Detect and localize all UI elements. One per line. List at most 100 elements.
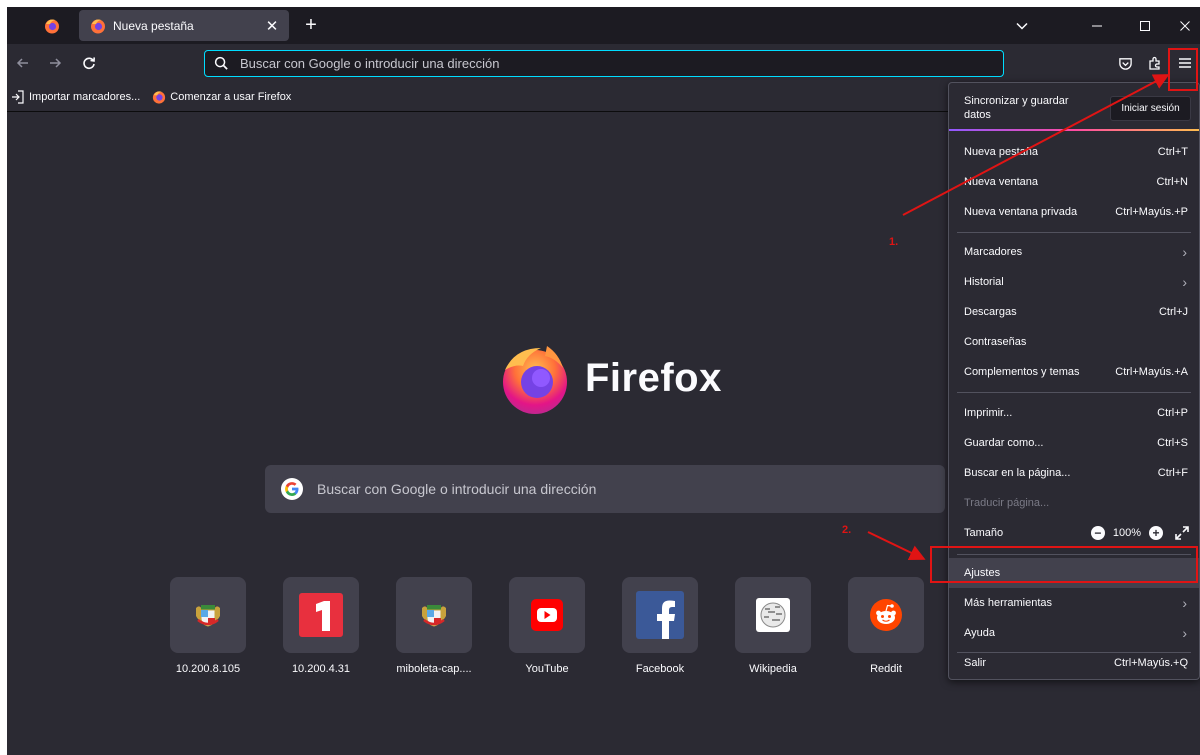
pocket-icon: [1118, 57, 1132, 70]
newtab-search-placeholder: Buscar con Google o introducir una direc…: [317, 481, 597, 497]
menu-item-shortcut: Ctrl+Mayús.+P: [1115, 206, 1188, 218]
menu-item-quit[interactable]: Salir Ctrl+Mayús.+Q: [949, 648, 1199, 678]
firefox-logo-icon: [152, 90, 166, 104]
close-window-button[interactable]: [1170, 7, 1200, 44]
menu-item-shortcut: Ctrl+F: [1157, 467, 1188, 479]
annotation-step-2: 2.: [842, 524, 852, 536]
extensions-button[interactable]: [1142, 50, 1168, 76]
forward-button[interactable]: [42, 50, 68, 76]
menu-item-label: Historial: [964, 276, 1004, 288]
menu-item-label: Contraseñas: [964, 336, 1027, 348]
menu-item-label: Traducir página...: [964, 497, 1050, 509]
sign-in-button[interactable]: Iniciar sesión: [1110, 96, 1191, 121]
back-button[interactable]: [10, 50, 36, 76]
bookmark-import[interactable]: Importar marcadores...: [11, 89, 141, 104]
navigation-toolbar: [7, 44, 1200, 82]
bookmark-getting-started[interactable]: Comenzar a usar Firefox: [152, 90, 291, 104]
firefox-logo-icon: [90, 18, 106, 34]
menu-item-shortcut: Ctrl+Mayús.+A: [1115, 366, 1188, 378]
menu-item-shortcut: Ctrl+N: [1156, 176, 1188, 188]
top-site-icon-box: [396, 577, 472, 653]
top-site-icon-box: [622, 577, 698, 653]
top-site-icon-box: [848, 577, 924, 653]
menu-item-label: Guardar como...: [964, 437, 1044, 449]
chevron-right-icon: ›: [1182, 244, 1187, 260]
top-site-icon-box: [735, 577, 811, 653]
top-site-label: Facebook: [635, 663, 685, 675]
top-site-tile[interactable]: 10.200.4.31: [268, 577, 368, 675]
close-tab-icon[interactable]: ✕: [261, 15, 283, 37]
maximize-icon: [1140, 20, 1150, 31]
top-site-tile[interactable]: Facebook: [607, 577, 707, 675]
zoom-out-button[interactable]: −: [1090, 526, 1105, 540]
url-input[interactable]: [238, 55, 1003, 72]
peru-coat-of-arms-icon: [422, 605, 446, 627]
minimize-button[interactable]: [1077, 7, 1117, 44]
menu-item-save-as[interactable]: Guardar como... Ctrl+S: [949, 428, 1199, 458]
list-all-tabs-button[interactable]: [1010, 15, 1034, 37]
number-one-icon: [299, 593, 343, 637]
newtab-search-box[interactable]: Buscar con Google o introducir una direc…: [265, 465, 945, 513]
zoom-level[interactable]: 100%: [1113, 527, 1141, 539]
reload-button[interactable]: [76, 50, 102, 76]
reddit-icon: [870, 599, 902, 631]
puzzle-piece-icon: [1149, 56, 1160, 70]
chevron-right-icon: ›: [1182, 595, 1187, 611]
annotation-box-settings: [930, 546, 1198, 583]
top-site-label: 10.200.4.31: [291, 663, 351, 675]
fullscreen-icon: [1175, 526, 1189, 540]
menu-item-label: Imprimir...: [964, 407, 1013, 419]
firefox-branding: Firefox: [497, 340, 722, 416]
youtube-icon: [531, 599, 563, 631]
menu-item-more-tools[interactable]: Más herramientas ›: [949, 588, 1199, 618]
separator: [957, 392, 1191, 393]
fullscreen-button[interactable]: [1175, 526, 1189, 540]
menu-item-help[interactable]: Ayuda ›: [949, 618, 1199, 648]
menu-item-zoom: Tamaño − 100% +: [949, 518, 1199, 548]
menu-item-bookmarks[interactable]: Marcadores ›: [949, 237, 1199, 267]
menu-item-find-in-page[interactable]: Buscar en la página... Ctrl+F: [949, 458, 1199, 488]
menu-item-label: Nueva ventana: [964, 176, 1038, 188]
menu-item-downloads[interactable]: Descargas Ctrl+J: [949, 297, 1199, 327]
top-site-tile[interactable]: Reddit: [833, 577, 933, 675]
pocket-button[interactable]: [1112, 50, 1138, 76]
firefox-view-button[interactable]: [37, 13, 67, 39]
close-icon: [1180, 20, 1190, 31]
chevron-right-icon: ›: [1182, 625, 1187, 641]
menu-item-addons[interactable]: Complementos y temas Ctrl+Mayús.+A: [949, 357, 1199, 387]
menu-item-label: Nueva ventana privada: [964, 206, 1078, 218]
url-bar[interactable]: [204, 50, 1004, 77]
menu-item-label: Ayuda: [964, 627, 995, 639]
top-site-label: YouTube: [525, 663, 569, 675]
wikipedia-icon: [756, 598, 790, 632]
top-site-tile[interactable]: YouTube: [494, 577, 594, 675]
menu-item-label: Salir: [964, 657, 987, 669]
app-menu-panel: Sincronizar y guardar datos Iniciar sesi…: [948, 82, 1200, 680]
menu-item-label: Complementos y temas: [964, 366, 1080, 378]
tab-strip: Nueva pestaña ✕ +: [7, 7, 1200, 44]
top-site-label: miboleta-cap....: [396, 663, 472, 675]
annotation-box-menu-button: [1168, 48, 1198, 91]
chevron-right-icon: ›: [1182, 274, 1187, 290]
zoom-in-button[interactable]: +: [1149, 526, 1163, 540]
menu-item-passwords[interactable]: Contraseñas: [949, 327, 1199, 357]
menu-item-new-tab[interactable]: Nueva pestaña Ctrl+T: [949, 137, 1199, 167]
top-site-tile[interactable]: miboleta-cap....: [381, 577, 481, 675]
menu-item-new-window[interactable]: Nueva ventana Ctrl+N: [949, 167, 1199, 197]
top-site-tile[interactable]: 10.200.8.105: [155, 577, 255, 675]
reload-icon: [83, 57, 95, 70]
bookmark-label: Importar marcadores...: [29, 90, 141, 103]
menu-item-shortcut: Ctrl+Mayús.+Q: [1114, 657, 1188, 669]
menu-item-shortcut: Ctrl+J: [1158, 306, 1188, 318]
menu-item-new-private-window[interactable]: Nueva ventana privada Ctrl+Mayús.+P: [949, 197, 1199, 227]
top-site-tile[interactable]: Wikipedia: [720, 577, 820, 675]
new-tab-button[interactable]: +: [299, 13, 323, 37]
zoom-controls: − 100% +: [1090, 526, 1189, 540]
maximize-button[interactable]: [1125, 7, 1165, 44]
menu-item-history[interactable]: Historial ›: [949, 267, 1199, 297]
tab-new-tab[interactable]: Nueva pestaña ✕: [79, 10, 289, 41]
menu-item-print[interactable]: Imprimir... Ctrl+P: [949, 398, 1199, 428]
sync-section: Sincronizar y guardar datos Iniciar sesi…: [949, 83, 1199, 129]
top-site-label: 10.200.8.105: [175, 663, 241, 675]
arrow-left-icon: [16, 58, 28, 68]
